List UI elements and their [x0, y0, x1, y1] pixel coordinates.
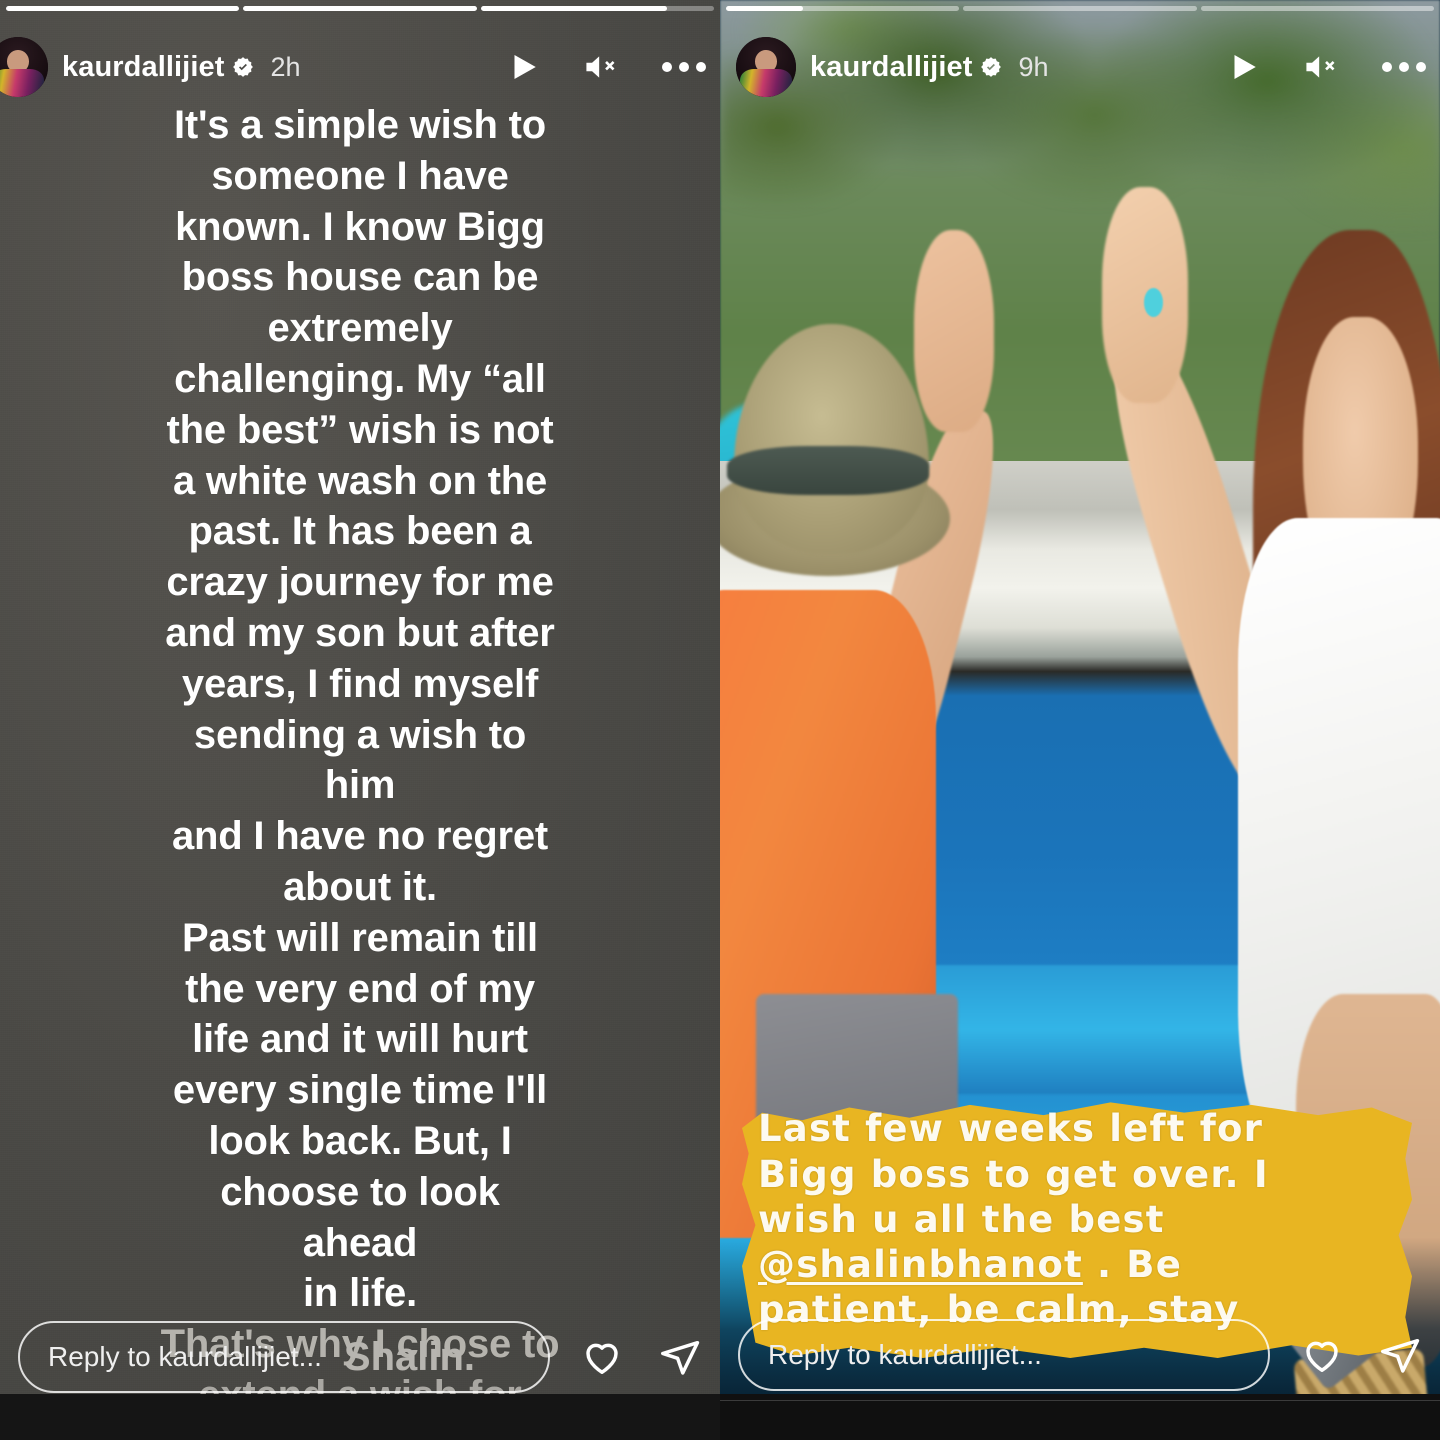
play-icon[interactable]	[506, 50, 540, 84]
like-icon[interactable]	[580, 1335, 624, 1379]
progress-segment[interactable]	[243, 6, 477, 11]
story-text-overlay: It's a simple wish to someone I have kno…	[0, 100, 720, 1421]
story-text-main: It's a simple wish to someone I have kno…	[165, 103, 555, 1316]
avatar-dress	[0, 69, 45, 97]
caption-line: wish u all the best	[758, 1197, 1165, 1241]
reply-input[interactable]: Reply to kaurdallijiet... Shalin.	[18, 1321, 550, 1393]
reply-actions	[580, 1335, 702, 1379]
stories-viewer: kaurdallijiet 2h It's a simple wish to s…	[0, 0, 1440, 1440]
story-panel-left[interactable]: kaurdallijiet 2h It's a simple wish to s…	[0, 0, 720, 1440]
progress-segment[interactable]	[726, 6, 960, 11]
share-icon[interactable]	[1378, 1333, 1422, 1377]
caption-text: Last few weeks left for Bigg boss to get…	[734, 1106, 1426, 1332]
mute-icon[interactable]	[582, 50, 622, 84]
verified-badge-icon	[232, 56, 254, 78]
play-icon[interactable]	[1226, 50, 1260, 84]
progress-segment[interactable]	[963, 6, 1197, 11]
story-caption-overlay: Last few weeks left for Bigg boss to get…	[720, 1102, 1440, 1358]
story-progress-bar	[6, 6, 714, 11]
story-text-overlap-word: Shalin.	[343, 1334, 476, 1379]
verified-badge-icon	[980, 56, 1002, 78]
system-bottom-bar	[0, 1394, 720, 1440]
reply-input[interactable]: Reply to kaurdallijiet...	[738, 1319, 1270, 1391]
timestamp-label: 9h	[1018, 51, 1049, 82]
reply-actions	[1300, 1333, 1422, 1377]
share-icon[interactable]	[658, 1335, 702, 1379]
caption-line-rest: . Be	[1082, 1242, 1183, 1286]
progress-segment[interactable]	[6, 6, 240, 11]
story-header: kaurdallijiet 2h	[0, 30, 720, 104]
caption-line: @shalinbhanot . Be	[758, 1242, 1414, 1287]
progress-segment[interactable]	[480, 6, 714, 11]
story-progress-bar	[726, 6, 1434, 11]
photo-boy-hat-band	[727, 446, 929, 496]
story-header: kaurdallijiet 9h	[720, 30, 1440, 104]
progress-segment[interactable]	[1200, 6, 1434, 11]
photo-woman-ring	[1144, 288, 1163, 317]
story-panel-right[interactable]: kaurdallijiet 9h Last few weeks left for…	[720, 0, 1440, 1440]
avatar[interactable]	[736, 37, 796, 97]
like-icon[interactable]	[1300, 1333, 1344, 1377]
more-options-icon[interactable]	[662, 62, 706, 72]
reply-bar: Reply to kaurdallijiet... Shalin.	[0, 1320, 720, 1394]
reply-placeholder: Reply to kaurdallijiet...	[768, 1339, 1042, 1370]
bottom-hairline	[720, 1400, 1440, 1401]
reply-placeholder: Reply to kaurdallijiet...	[48, 1341, 322, 1372]
more-options-icon[interactable]	[1382, 62, 1426, 72]
caption-line: Bigg boss to get over. I	[758, 1152, 1269, 1196]
username-label[interactable]: kaurdallijiet	[810, 51, 972, 84]
photo-boy-hand	[914, 230, 994, 432]
mention-link[interactable]: @shalinbhanot	[758, 1243, 1083, 1286]
reply-bar: Reply to kaurdallijiet...	[720, 1318, 1440, 1392]
avatar-dress	[739, 69, 793, 97]
caption-line: Last few weeks left for	[758, 1107, 1264, 1151]
username-label[interactable]: kaurdallijiet	[62, 51, 224, 84]
mute-icon[interactable]	[1302, 50, 1342, 84]
system-bottom-bar	[720, 1394, 1440, 1440]
avatar[interactable]	[0, 37, 48, 97]
timestamp-label: 2h	[270, 51, 301, 82]
